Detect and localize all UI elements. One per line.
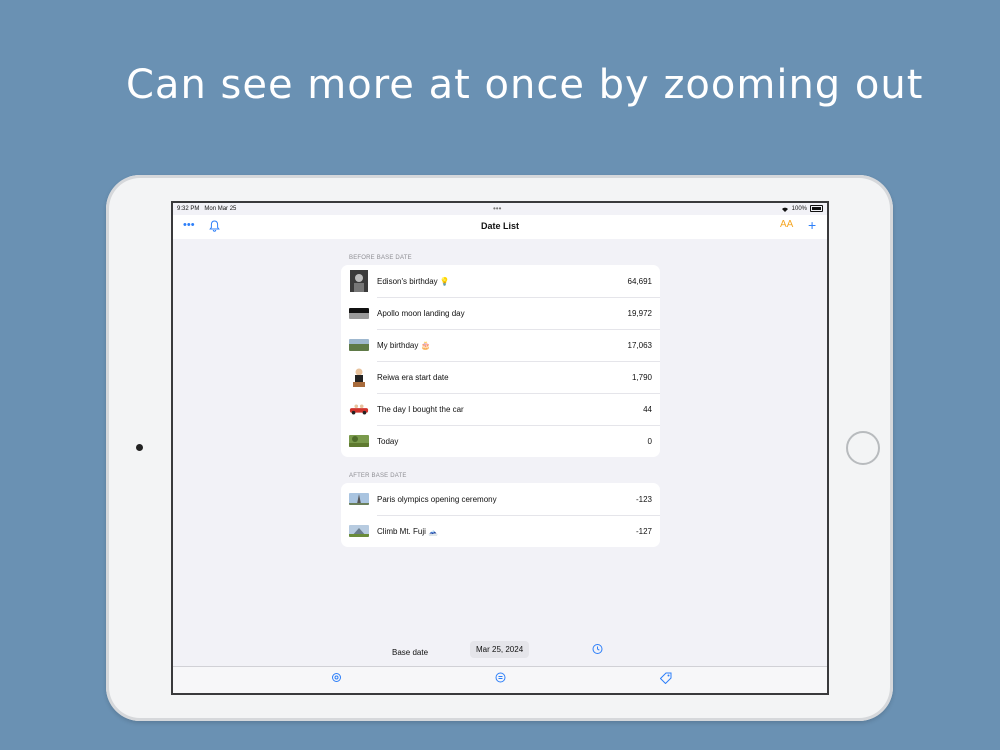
tag-icon[interactable] bbox=[660, 672, 672, 684]
eiffel-thumbnail bbox=[349, 493, 369, 505]
list-item[interactable]: Edison's birthday 💡 64,691 bbox=[341, 265, 660, 297]
status-right: 100% bbox=[781, 205, 823, 212]
item-label: Today bbox=[377, 436, 399, 446]
base-date-bar: Base date Mar 25, 2024 bbox=[173, 641, 827, 665]
base-date-label: Base date bbox=[392, 648, 429, 657]
navigation-bar: ••• Date List AA + bbox=[173, 215, 827, 239]
item-label: Edison's birthday 💡 bbox=[377, 276, 450, 286]
item-value: 64,691 bbox=[627, 276, 652, 286]
item-value: 0 bbox=[647, 436, 652, 446]
list-item[interactable]: My birthday 🎂 17,063 bbox=[341, 329, 660, 361]
wifi-icon bbox=[781, 207, 788, 212]
date-list: BEFORE BASE DATE Edison's birthday 💡 64,… bbox=[173, 239, 827, 665]
list-item[interactable]: Reiwa era start date 1,790 bbox=[341, 361, 660, 393]
moon-landing-thumbnail bbox=[349, 307, 369, 319]
car-thumbnail bbox=[349, 402, 369, 416]
headline: Can see more at once by zooming out bbox=[126, 62, 924, 108]
list-item[interactable]: Apollo moon landing day 19,972 bbox=[341, 297, 660, 329]
reiwa-thumbnail bbox=[349, 366, 369, 388]
history-icon[interactable] bbox=[591, 643, 603, 655]
multitasking-dots-icon[interactable]: ••• bbox=[493, 204, 501, 213]
list-item[interactable]: Paris olympics opening ceremony -123 bbox=[341, 483, 660, 515]
battery-icon bbox=[810, 205, 823, 212]
landscape-thumbnail bbox=[349, 339, 369, 351]
list-item[interactable]: Climb Mt. Fuji 🗻 -127 bbox=[341, 515, 660, 547]
item-value: 44 bbox=[643, 404, 652, 414]
list-item[interactable]: The day I bought the car 44 bbox=[341, 393, 660, 425]
item-value: 17,063 bbox=[627, 340, 652, 350]
gear-icon[interactable] bbox=[331, 672, 342, 683]
text-size-icon[interactable]: AA bbox=[780, 219, 793, 230]
swap-icon[interactable] bbox=[495, 672, 506, 683]
before-group: Edison's birthday 💡 64,691 Apollo moon l… bbox=[341, 265, 660, 457]
camera bbox=[136, 444, 143, 451]
status-time: 9:32 PM Mon Mar 25 bbox=[177, 206, 237, 212]
item-value: -127 bbox=[635, 526, 652, 536]
item-label: Apollo moon landing day bbox=[377, 308, 465, 318]
section-header-before: BEFORE BASE DATE bbox=[349, 255, 412, 261]
list-item[interactable]: Today 0 bbox=[341, 425, 660, 457]
base-date-picker[interactable]: Mar 25, 2024 bbox=[470, 641, 530, 658]
after-group: Paris olympics opening ceremony -123 Cli… bbox=[341, 483, 660, 547]
battery-percent: 100% bbox=[791, 205, 807, 212]
status-bar: 9:32 PM Mon Mar 25 ••• 100% bbox=[173, 203, 827, 215]
item-label: Reiwa era start date bbox=[377, 372, 449, 382]
park-thumbnail bbox=[349, 435, 369, 447]
home-button bbox=[846, 431, 880, 465]
page-title: Date List bbox=[480, 221, 519, 231]
item-value: -123 bbox=[635, 494, 652, 504]
item-value: 1,790 bbox=[631, 372, 652, 382]
item-label: Climb Mt. Fuji 🗻 bbox=[377, 526, 439, 536]
fuji-thumbnail bbox=[349, 525, 369, 537]
plus-icon[interactable]: + bbox=[808, 217, 816, 233]
item-label: My birthday 🎂 bbox=[377, 340, 431, 350]
item-value: 19,972 bbox=[627, 308, 652, 318]
item-label: Paris olympics opening ceremony bbox=[377, 494, 497, 504]
item-label: The day I bought the car bbox=[377, 404, 464, 414]
app-screen: 9:32 PM Mon Mar 25 ••• 100% ••• Date Lis… bbox=[171, 201, 829, 695]
portrait-thumbnail bbox=[350, 270, 368, 292]
tab-bar bbox=[173, 666, 827, 693]
section-header-after: AFTER BASE DATE bbox=[349, 473, 407, 479]
